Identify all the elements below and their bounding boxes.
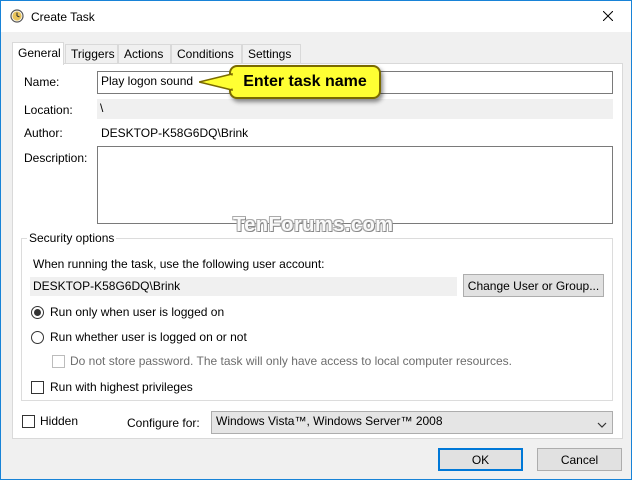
enter-task-name-callout: Enter task name (229, 65, 381, 99)
ok-button[interactable]: OK (438, 448, 523, 471)
title-bar[interactable]: Create Task (1, 1, 631, 32)
security-options-legend: Security options (27, 231, 117, 245)
no-store-password-checkbox[interactable] (52, 355, 65, 368)
no-store-password-label: Do not store password. The task will onl… (70, 354, 512, 368)
tenforums-watermark: TenForums.com (233, 214, 394, 236)
cancel-button[interactable]: Cancel (537, 448, 622, 471)
radio-logged-on[interactable] (31, 306, 44, 319)
callout-pointer-icon (198, 73, 234, 94)
tab-actions[interactable]: Actions (118, 44, 171, 64)
radio-whether-logged-on[interactable] (31, 331, 44, 344)
change-user-button[interactable]: Change User or Group... (463, 274, 604, 297)
close-icon (602, 10, 614, 24)
radio-logged-on-label[interactable]: Run only when user is logged on (50, 305, 224, 319)
configure-for-label: Configure for: (127, 416, 200, 430)
general-tab-panel: Name: Play logon sound Location: \ Autho… (12, 63, 623, 439)
close-button[interactable] (585, 1, 631, 32)
security-options-group: Security options When running the task, … (21, 231, 613, 401)
create-task-window: Create Task General Triggers Actions Con… (0, 0, 632, 480)
location-label: Location: (24, 103, 73, 117)
tab-settings[interactable]: Settings (242, 44, 301, 64)
account-prompt: When running the task, use the following… (33, 257, 325, 271)
author-label: Author: (24, 126, 63, 140)
highest-privileges-label[interactable]: Run with highest privileges (50, 380, 193, 394)
highest-privileges-checkbox[interactable] (31, 381, 44, 394)
hidden-checkbox[interactable] (22, 415, 35, 428)
radio-whether-logged-on-label[interactable]: Run whether user is logged on or not (50, 330, 247, 344)
clock-icon (10, 9, 24, 23)
description-label: Description: (24, 151, 88, 165)
configure-for-select[interactable]: Windows Vista™, Windows Server™ 2008 (211, 411, 613, 434)
configure-for-value: Windows Vista™, Windows Server™ 2008 (216, 414, 443, 428)
location-value: \ (97, 99, 613, 119)
author-value: DESKTOP-K58G6DQ\Brink (101, 126, 249, 140)
tab-general[interactable]: General (12, 42, 64, 65)
name-value: Play logon sound (101, 74, 194, 88)
tab-triggers[interactable]: Triggers (65, 44, 118, 64)
hidden-label[interactable]: Hidden (40, 414, 78, 428)
user-account-value: DESKTOP-K58G6DQ\Brink (30, 277, 457, 296)
window-title: Create Task (31, 10, 95, 24)
description-input[interactable] (97, 146, 613, 224)
name-label: Name: (24, 75, 60, 89)
chevron-down-icon (597, 418, 607, 432)
tab-conditions[interactable]: Conditions (171, 44, 242, 64)
